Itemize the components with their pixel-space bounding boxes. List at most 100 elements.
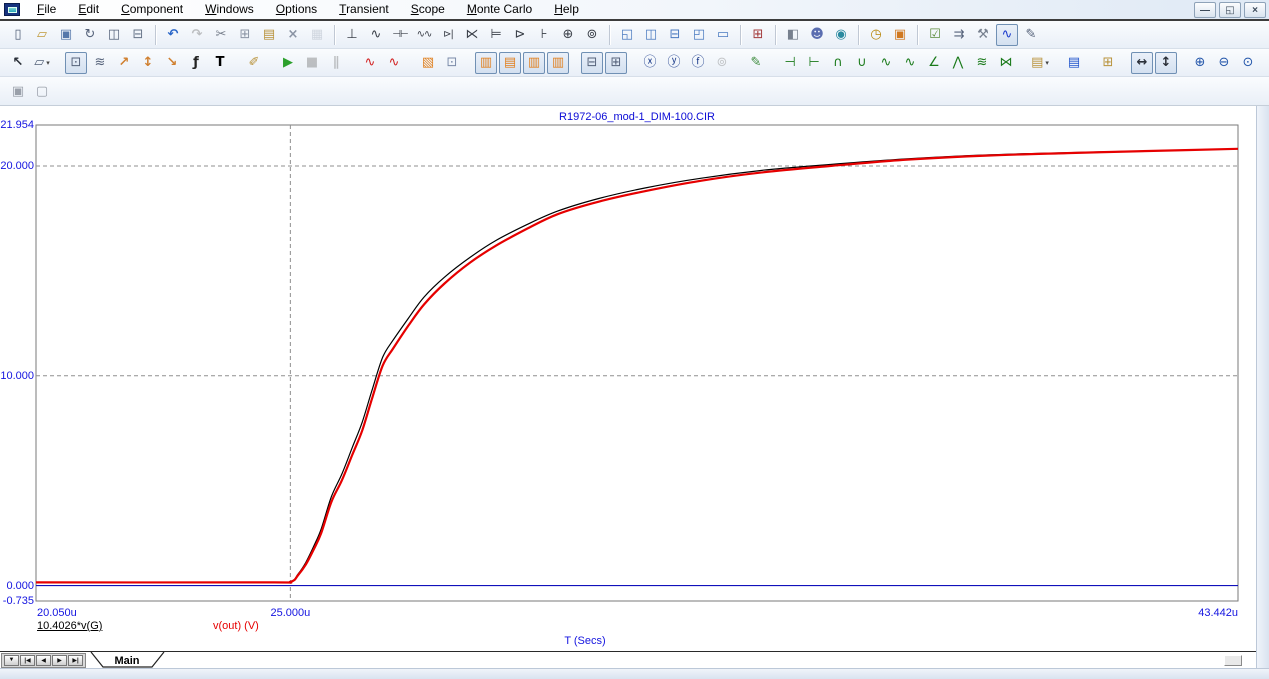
mosfet-icon[interactable]: ⊨ bbox=[485, 24, 507, 46]
copy-button[interactable]: ⊞ bbox=[234, 24, 256, 46]
revert-button[interactable]: ↻ bbox=[79, 24, 101, 46]
auto-scale-y-button[interactable]: ↕ bbox=[1155, 51, 1177, 74]
shape-tool-button[interactable]: ▱ ▾ bbox=[31, 52, 53, 74]
active-window-button[interactable]: ▣ bbox=[889, 24, 911, 46]
prev-page-button[interactable]: ◀ bbox=[36, 654, 51, 666]
select-arrow-button[interactable]: ↖ bbox=[7, 52, 29, 74]
zoom-out-button[interactable]: ⊖ bbox=[1213, 52, 1235, 74]
run-button[interactable]: ▶ bbox=[277, 52, 299, 74]
user-settings-button[interactable]: ☻ bbox=[806, 24, 828, 46]
print-button[interactable]: ⊟ bbox=[127, 24, 149, 46]
resistor-icon[interactable]: ∿ bbox=[365, 24, 387, 46]
waveform-window-button[interactable]: ≋ bbox=[89, 52, 111, 74]
waveform-canvas[interactable] bbox=[0, 106, 1256, 651]
low-marker-button[interactable]: ∿ bbox=[899, 52, 921, 74]
transistor-icon[interactable]: ⋉ bbox=[461, 24, 483, 46]
properties-button[interactable]: ✐ bbox=[243, 52, 265, 74]
menu-file[interactable]: File bbox=[26, 0, 67, 20]
cascade-windows-button[interactable]: ◱ bbox=[616, 24, 638, 46]
ground-icon[interactable]: ⊥ bbox=[341, 24, 363, 46]
waveform-vg[interactable] bbox=[35, 148, 1239, 584]
menu-windows[interactable]: Windows bbox=[194, 0, 265, 20]
cursor-curve-right-button[interactable]: ∿ bbox=[383, 52, 405, 74]
scale-corner-button[interactable]: ↘ bbox=[161, 52, 183, 74]
bring-to-front-button[interactable]: ▣ bbox=[7, 80, 29, 102]
animate-run-button[interactable]: ◷ bbox=[865, 24, 887, 46]
find-x-button[interactable]: ⓧ bbox=[639, 52, 661, 74]
vertical-scrollbar[interactable] bbox=[1256, 106, 1269, 668]
select-box-button[interactable]: ▧ bbox=[417, 52, 439, 74]
first-page-button[interactable]: |◀ bbox=[20, 654, 35, 666]
pane-stripes-1-button[interactable]: ▥ bbox=[475, 51, 497, 74]
delete-button[interactable]: × bbox=[282, 24, 304, 46]
search-button[interactable]: ⊚ bbox=[711, 52, 733, 74]
envelope-button[interactable]: ≋ bbox=[971, 52, 993, 74]
redo-button[interactable]: ↷ bbox=[186, 24, 208, 46]
high-marker-button[interactable]: ∿ bbox=[875, 52, 897, 74]
stop-button[interactable]: ■ bbox=[301, 52, 323, 74]
close-button[interactable]: × bbox=[1244, 2, 1266, 18]
cursor-curve-left-button[interactable]: ∿ bbox=[359, 52, 381, 74]
new-file-button[interactable]: ▯ bbox=[7, 24, 29, 46]
open-file-button[interactable]: ▱ bbox=[31, 24, 53, 46]
tangent-button[interactable]: ⋀ bbox=[947, 52, 969, 74]
text-tool-button[interactable]: T bbox=[209, 52, 231, 74]
opamp-icon[interactable]: ⊳ bbox=[509, 24, 531, 46]
formula-button[interactable]: ƒ bbox=[185, 52, 207, 74]
zoom-in-button[interactable]: ⊕ bbox=[1189, 52, 1211, 74]
resize-grip[interactable] bbox=[1224, 655, 1242, 666]
zoom-100-button[interactable]: ⊙ bbox=[1237, 52, 1259, 74]
find-y-button[interactable]: ⓨ bbox=[663, 52, 685, 74]
menu-component[interactable]: Component bbox=[110, 0, 194, 20]
menu-scope[interactable]: Scope bbox=[400, 0, 456, 20]
web-options-button[interactable]: ◉ bbox=[830, 24, 852, 46]
calculator-button[interactable]: ⊞ bbox=[747, 24, 769, 46]
next-page-button[interactable]: ▶ bbox=[52, 654, 67, 666]
zoom-rectangle-button[interactable]: ⊡ bbox=[65, 51, 87, 74]
pane-stripes-3-button[interactable]: ▥ bbox=[523, 51, 545, 74]
pane-stripes-2-button[interactable]: ▤ bbox=[499, 51, 521, 74]
show-plot-button[interactable]: ∿ bbox=[996, 23, 1018, 46]
minimize-button[interactable]: — bbox=[1194, 2, 1216, 18]
menu-options[interactable]: Options bbox=[265, 0, 328, 20]
numeric-output-button[interactable]: ▤ bbox=[1063, 52, 1085, 74]
menu-help[interactable]: Help bbox=[543, 0, 590, 20]
copy-clipboard-button[interactable]: ▤ ▾ bbox=[1029, 52, 1051, 74]
tile-vertical-button[interactable]: ◫ bbox=[640, 24, 662, 46]
family-curves-button[interactable]: ⋈ bbox=[995, 52, 1017, 74]
component-panel-button[interactable]: ◧ bbox=[782, 24, 804, 46]
data-points-box-button[interactable]: ⊡ bbox=[441, 52, 463, 74]
print-preview-button[interactable]: ◫ bbox=[103, 24, 125, 46]
tile-horizontal-button[interactable]: ⊟ bbox=[664, 24, 686, 46]
find-formula-button[interactable]: ⓕ bbox=[687, 52, 709, 74]
menu-edit[interactable]: Edit bbox=[67, 0, 110, 20]
valley-button[interactable]: ∪ bbox=[851, 52, 873, 74]
menu-monte-carlo[interactable]: Monte Carlo bbox=[456, 0, 543, 20]
select-region-button[interactable]: ▦ bbox=[306, 24, 328, 46]
waveform-vout[interactable] bbox=[35, 147, 1239, 584]
page-list-button[interactable]: ▼ bbox=[4, 654, 19, 666]
slope-button[interactable]: ∠ bbox=[923, 52, 945, 74]
restore-button[interactable]: ◱ bbox=[1219, 2, 1241, 18]
connector-icon[interactable]: ⊦ bbox=[533, 24, 555, 46]
data-clipboard-button[interactable]: ⊞ bbox=[1097, 52, 1119, 74]
last-page-button[interactable]: ▶| bbox=[68, 654, 83, 666]
legend-vg[interactable]: 10.4026*v(G) bbox=[37, 620, 102, 632]
diode-icon[interactable]: ⊳| bbox=[437, 24, 459, 46]
inductor-icon[interactable]: ∿∿ bbox=[413, 24, 435, 46]
capacitor-icon[interactable]: ⊣⊢ bbox=[389, 24, 411, 46]
cursor-right-button[interactable]: ⊢ bbox=[803, 52, 825, 74]
arrange-windows-button[interactable]: ◰ bbox=[688, 24, 710, 46]
scale-vertical-button[interactable]: ↕ bbox=[137, 52, 159, 74]
tab-main-label[interactable]: Main bbox=[114, 655, 139, 667]
legend-vout[interactable]: v(out) (V) bbox=[213, 620, 259, 632]
pause-button[interactable]: ∥ bbox=[325, 52, 347, 74]
paste-button[interactable]: ▤ bbox=[258, 24, 280, 46]
undo-button[interactable]: ↶ bbox=[162, 24, 184, 46]
edit-plot-button[interactable]: ✎ bbox=[1020, 24, 1042, 46]
scale-horizontal-button[interactable]: ↗ bbox=[113, 52, 135, 74]
dropdown-arrow-icon[interactable]: ▾ bbox=[1045, 59, 1049, 67]
cursor-left-button[interactable]: ⊣ bbox=[779, 52, 801, 74]
pulse-source-icon[interactable]: ⊚ bbox=[581, 24, 603, 46]
tracker-toggle-button[interactable]: ⊞ bbox=[605, 51, 627, 74]
